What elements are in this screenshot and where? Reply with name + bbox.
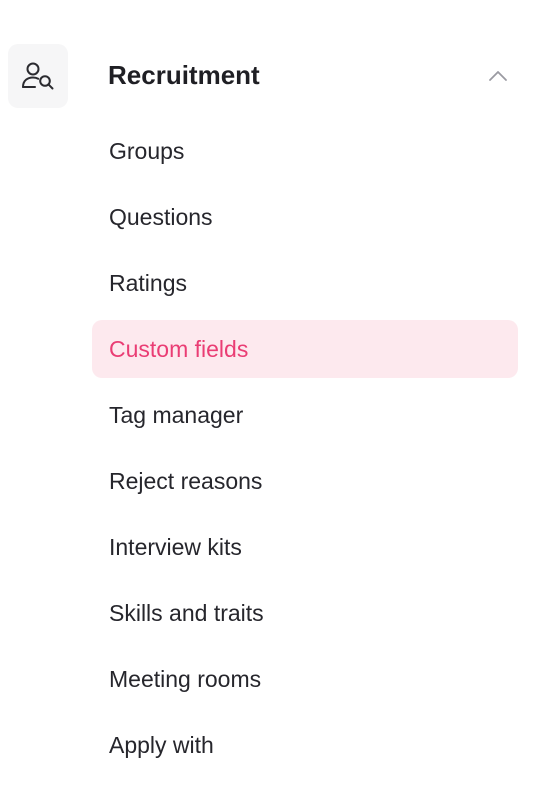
submenu-item-label: Questions xyxy=(109,203,213,230)
submenu-item-ratings[interactable]: Ratings xyxy=(92,254,518,312)
submenu-item-label: Ratings xyxy=(109,269,187,296)
submenu-item-label: Reject reasons xyxy=(109,467,263,494)
submenu-item-reject-reasons[interactable]: Reject reasons xyxy=(92,452,518,510)
submenu-item-apply-with[interactable]: Apply with xyxy=(92,716,518,774)
submenu-item-tag-manager[interactable]: Tag manager xyxy=(92,386,518,444)
chevron-up-icon[interactable] xyxy=(478,60,518,92)
settings-sidebar-nav: Recruitment Groups Questions Ratings Cus… xyxy=(0,0,541,794)
submenu-item-label: Tag manager xyxy=(109,401,244,428)
users-search-icon xyxy=(8,44,68,108)
submenu-item-interview-kits[interactable]: Interview kits xyxy=(92,518,518,576)
submenu-item-label: Groups xyxy=(109,137,185,164)
submenu-item-questions[interactable]: Questions xyxy=(92,188,518,246)
recruitment-section-header[interactable]: Recruitment xyxy=(0,44,541,108)
submenu-item-custom-fields[interactable]: Custom fields xyxy=(92,320,518,378)
submenu-item-label: Skills and traits xyxy=(109,599,264,626)
submenu-item-label: Apply with xyxy=(109,731,214,758)
submenu-item-groups[interactable]: Groups xyxy=(92,122,518,180)
recruitment-submenu: Groups Questions Ratings Custom fields T… xyxy=(92,122,518,782)
section-title: Recruitment xyxy=(108,60,260,90)
submenu-item-meeting-rooms[interactable]: Meeting rooms xyxy=(92,650,518,708)
submenu-item-label: Interview kits xyxy=(109,533,242,560)
submenu-item-skills-and-traits[interactable]: Skills and traits xyxy=(92,584,518,642)
submenu-item-label: Meeting rooms xyxy=(109,665,262,692)
submenu-item-label: Custom fields xyxy=(109,335,249,362)
